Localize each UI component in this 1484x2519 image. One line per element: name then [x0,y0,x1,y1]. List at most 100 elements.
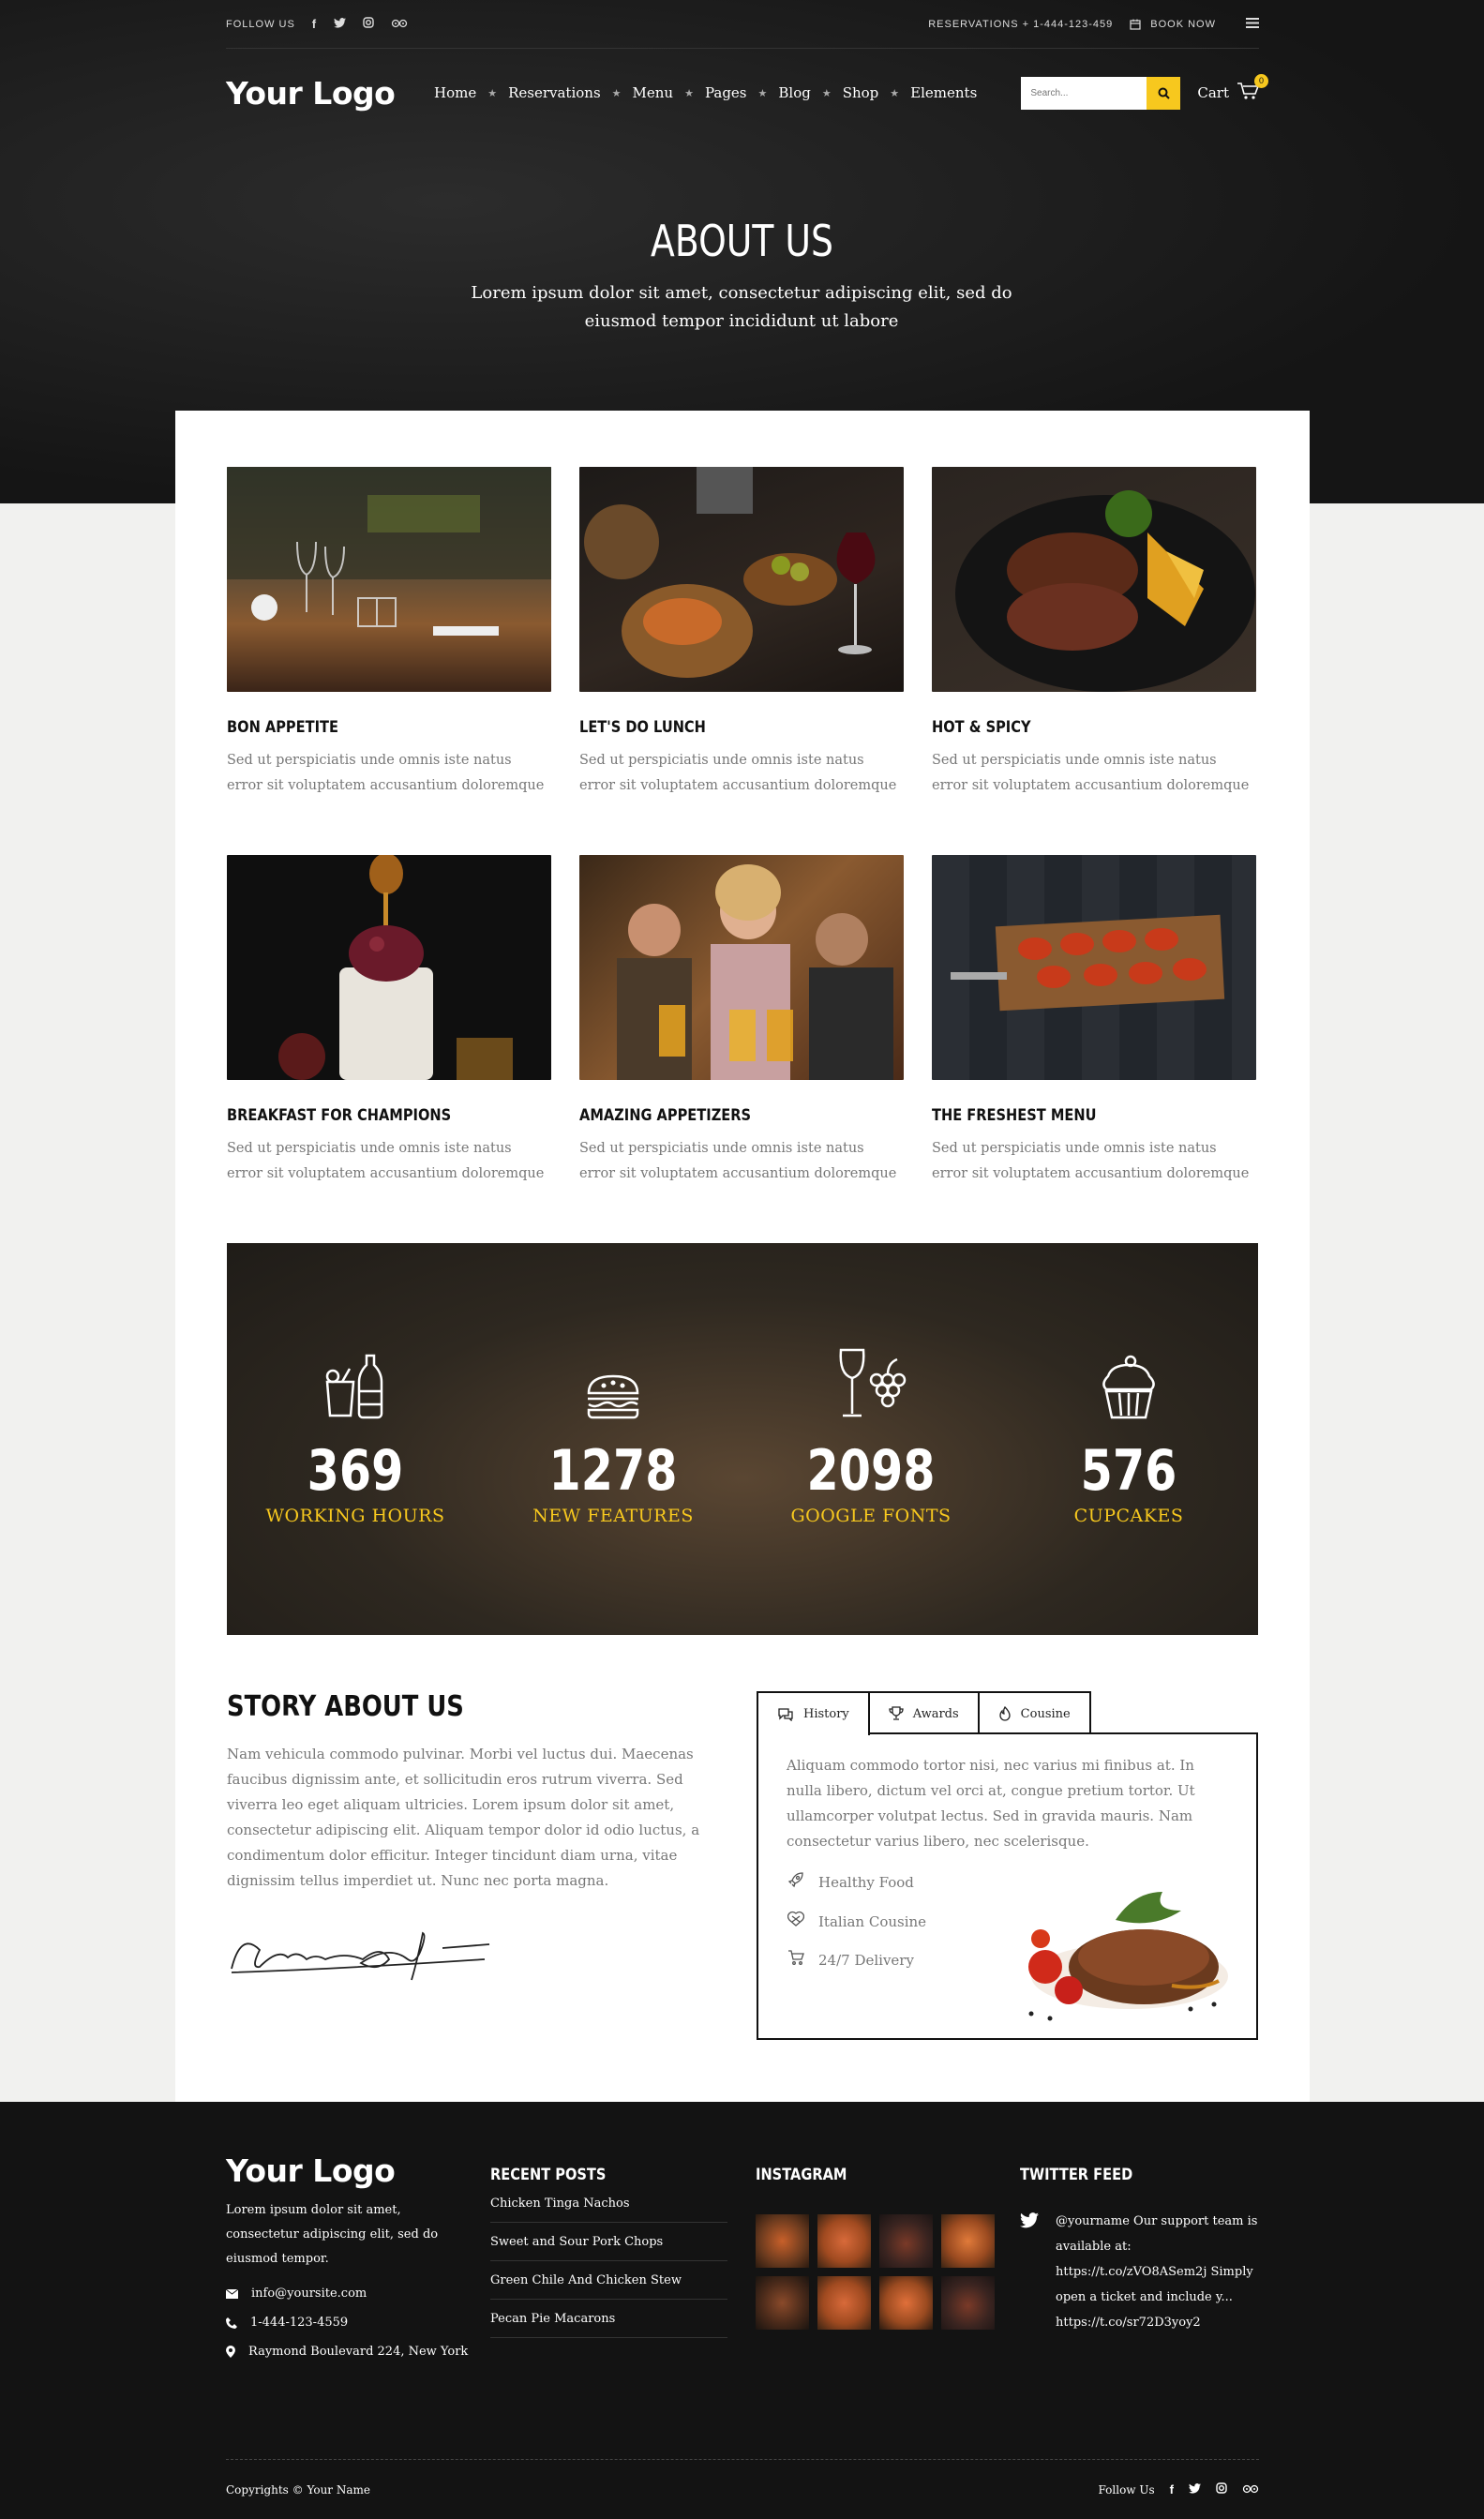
instagram-thumbnail[interactable] [817,2276,871,2330]
card-title: THE FRESHEST MENU [932,1106,1097,1125]
recent-post-link[interactable]: Sweet and Sour Pork Chops [490,2223,727,2261]
signature-image [227,1911,499,1989]
restaurant-table-image[interactable] [227,467,551,692]
instagram-thumbnail[interactable] [756,2214,809,2268]
instagram-thumbnail[interactable] [817,2214,871,2268]
nav-item-shop[interactable]: Shop [832,84,891,101]
recent-post-link[interactable]: Chicken Tinga Nachos [490,2184,727,2223]
tripadvisor-icon[interactable] [391,17,408,31]
rocket-icon [787,1871,805,1893]
footer-phone-text: 1-444-123-4559 [250,2316,349,2330]
reservations-group: RESERVATIONS + 1-444-123-459 BOOK NOW [928,17,1259,31]
bruschetta-board-image[interactable] [932,855,1256,1080]
tweet-text[interactable]: @yourname Our support team is available … [1056,2209,1259,2335]
twitter-icon[interactable] [334,17,347,31]
site-logo[interactable]: Your Logo [226,75,423,112]
feature-card: AMAZING APPETIZERS Sed ut perspiciatis u… [579,855,904,1187]
counter-item: 576 CUPCAKES [1012,1346,1246,1526]
feature-card: HOT & SPICY Sed ut perspiciatis unde omn… [932,467,1256,799]
lunch-platter-image[interactable] [579,467,904,692]
footer-bottom-bar: Copyrights © Your Name Follow Us f [226,2459,1259,2519]
tab-cousine[interactable]: Cousine [977,1691,1091,1734]
instagram-thumbnail[interactable] [879,2214,933,2268]
card-title: HOT & SPICY [932,718,1031,737]
card-text: Sed ut perspiciatis unde omnis iste natu… [932,753,1250,793]
story-title: STORY ABOUT US [227,1690,464,1723]
facebook-icon[interactable]: f [312,17,317,31]
follow-us-label: FOLLOW US [226,18,295,30]
footer-recent-posts: RECENT POSTS Chicken Tinga Nachos Sweet … [490,2152,727,2338]
tab-awards[interactable]: Awards [867,1691,980,1734]
instagram-thumbnail[interactable] [879,2276,933,2330]
reservations-phone[interactable]: RESERVATIONS + 1-444-123-459 [928,19,1113,30]
counter-item: 2098 GOOGLE FONTS [754,1346,988,1526]
chat-icon [778,1708,793,1721]
feature-label: 24/7 Delivery [818,1951,914,1969]
steak-dish-image [1003,1864,1237,2028]
book-now-link[interactable]: BOOK NOW [1130,19,1216,30]
counter-item: 1278 NEW FEATURES [496,1346,730,1526]
footer-phone[interactable]: 1-444-123-4559 [226,2316,468,2330]
footer-logo[interactable]: Your Logo [226,2152,468,2189]
page-subtitle: Lorem ipsum dolor sit amet, consectetur … [471,283,1012,331]
envelope-icon [226,2288,238,2299]
instagram-icon[interactable] [1216,2482,1227,2497]
feature-card: LET'S DO LUNCH Sed ut perspiciatis unde … [579,467,904,799]
feature-label: Italian Cousine [818,1912,927,1930]
counter-number: 1278 [548,1438,678,1504]
search-form [1021,76,1181,110]
search-input[interactable] [1021,76,1147,110]
main-navigation: Your Logo Home ★ Reservations ★ Menu ★ P… [226,69,1268,116]
steak-plate-image[interactable] [932,467,1256,692]
friends-beer-image[interactable] [579,855,904,1080]
page-title: ABOUT US [651,216,833,266]
star-separator-icon: ★ [757,86,768,99]
footer-email[interactable]: info@yoursite.com [226,2287,468,2301]
recent-post-link[interactable]: Pecan Pie Macarons [490,2300,727,2338]
footer-social: Follow Us f [1099,2482,1260,2497]
site-footer: Your Logo Lorem ipsum dolor sit amet, co… [0,2102,1484,2519]
tweet-item: @yourname Our support team is available … [1020,2209,1259,2335]
instagram-thumbnail[interactable] [756,2276,809,2330]
trophy-icon [889,1706,904,1720]
cart-link[interactable]: Cart 0 [1197,73,1268,105]
counter-number: 2098 [806,1438,936,1504]
instagram-thumbnail[interactable] [941,2214,995,2268]
card-text: Sed ut perspiciatis unde omnis iste natu… [579,753,897,793]
hamburger-menu-icon[interactable] [1246,17,1259,31]
top-bar: FOLLOW US f RESERVATIONS + 1-444-123-459… [226,0,1259,49]
pretzel-icon [787,1911,805,1932]
facebook-icon[interactable]: f [1170,2482,1174,2497]
nav-item-reservations[interactable]: Reservations [497,84,612,101]
nav-item-menu[interactable]: Menu [622,84,685,101]
twitter-icon[interactable] [1189,2482,1201,2497]
tripadvisor-icon[interactable] [1242,2483,1259,2497]
feature-card: BREAKFAST FOR CHAMPIONS Sed ut perspicia… [227,853,551,1187]
instagram-heading: INSTAGRAM [756,2166,847,2184]
nav-item-pages[interactable]: Pages [694,84,758,101]
tab-awards-label: Awards [912,1706,959,1721]
tab-panel-text: Aliquam commodo tortor nisi, nec varius … [787,1757,1195,1850]
search-icon [1158,87,1170,99]
card-text: Sed ut perspiciatis unde omnis iste natu… [579,1141,897,1181]
instagram-grid [756,2214,995,2330]
card-title: BON APPETITE [227,718,339,737]
breakfast-jar-image[interactable] [227,853,551,1080]
card-title: BREAKFAST FOR CHAMPIONS [227,1106,452,1125]
recent-posts-heading: RECENT POSTS [490,2166,607,2184]
counter-item: 369 WORKING HOURS [238,1346,472,1526]
nav-item-elements[interactable]: Elements [899,84,988,101]
follow-us-group: FOLLOW US f [226,17,408,31]
instagram-thumbnail[interactable] [941,2276,995,2330]
tab-history[interactable]: History [757,1691,870,1735]
search-button[interactable] [1147,76,1181,110]
instagram-icon[interactable] [363,17,374,31]
counters-section: 369 WORKING HOURS 1278 NEW FEATURES 2098… [227,1243,1258,1635]
recent-post-link[interactable]: Green Chile And Chicken Stew [490,2261,727,2300]
footer-about: Your Logo Lorem ipsum dolor sit amet, co… [226,2152,468,2359]
nav-item-blog[interactable]: Blog [767,84,821,101]
nav-item-home[interactable]: Home [423,84,487,101]
book-now-label: BOOK NOW [1150,18,1216,30]
footer-twitter: TWITTER FEED @yourname Our support team … [1020,2152,1259,2335]
feature-card: BON APPETITE Sed ut perspiciatis unde om… [227,467,551,799]
